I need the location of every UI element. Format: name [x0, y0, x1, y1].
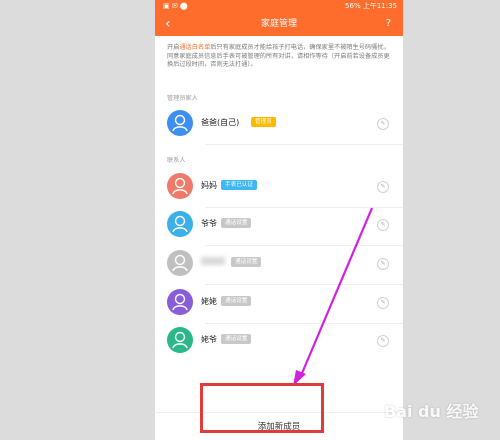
watermark: Bai du 经验 — [384, 402, 479, 421]
annotation-highlight-box — [200, 383, 324, 433]
annotation-arrow — [293, 207, 374, 386]
